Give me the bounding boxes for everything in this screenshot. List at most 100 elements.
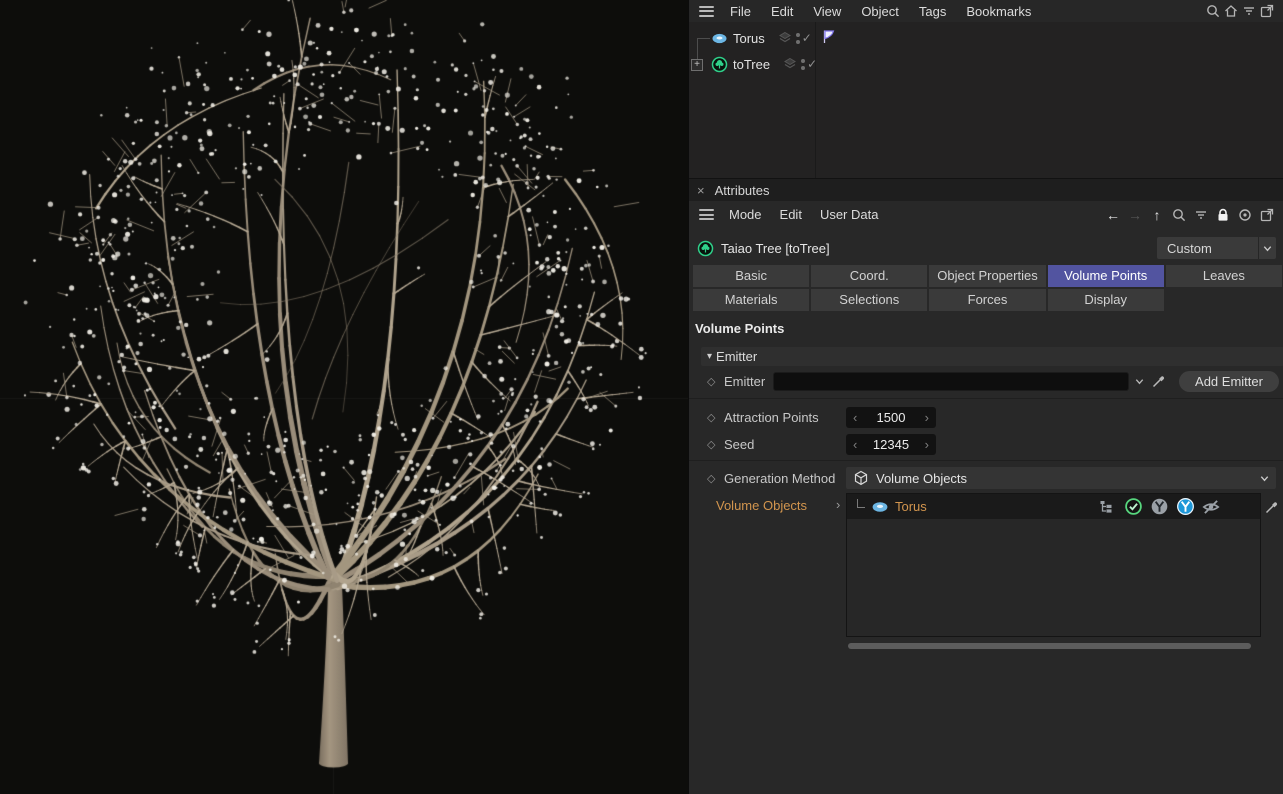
- spin-up-icon[interactable]: ›: [925, 410, 929, 425]
- tree-render: [0, 0, 688, 794]
- scrollbar-thumb[interactable]: [848, 643, 1251, 649]
- menu-edit[interactable]: Edit: [761, 4, 803, 19]
- forward-icon[interactable]: →: [1126, 207, 1144, 223]
- panel-menu-icon[interactable]: [699, 6, 714, 17]
- menu-edit[interactable]: Edit: [771, 207, 811, 222]
- generation-method-row: ◇ Generation Method Volume Objects: [689, 467, 1283, 489]
- menu-file[interactable]: File: [720, 4, 761, 19]
- eyedropper-icon[interactable]: [1264, 499, 1280, 515]
- selection-flag-tag[interactable]: [820, 28, 838, 46]
- object-row-torus[interactable]: Torus ✓: [689, 27, 1124, 49]
- volume-objects-label: Volume Objects: [716, 498, 807, 513]
- volume-objects-section: Volume Objects › Torus: [689, 493, 1283, 663]
- preset-value: Custom: [1157, 241, 1258, 256]
- enable-toggles[interactable]: ✓: [801, 57, 817, 71]
- keyframe-diamond-icon[interactable]: ◇: [707, 375, 719, 388]
- search-icon[interactable]: [1170, 206, 1188, 224]
- attraction-points-row: ◇ Attraction Points ‹ 1500 ›: [689, 406, 1283, 428]
- chevron-down-icon: [1259, 473, 1270, 484]
- spin-down-icon[interactable]: ‹: [853, 410, 857, 425]
- spin-up-icon[interactable]: ›: [925, 437, 929, 452]
- keyframe-diamond-icon[interactable]: ◇: [707, 411, 719, 424]
- list-item-torus[interactable]: Torus: [847, 494, 1260, 519]
- attribute-object-row: Taiao Tree [toTree] Custom: [689, 235, 1283, 261]
- menu-object[interactable]: Object: [851, 4, 909, 19]
- right-panel: File Edit View Object Tags Bookmarks: [688, 0, 1283, 794]
- layers-icon[interactable]: [777, 30, 793, 46]
- tab-object-properties[interactable]: Object Properties: [929, 265, 1045, 287]
- preset-dropdown[interactable]: Custom: [1157, 237, 1276, 259]
- object-tree: Torus ✓ toTree: [689, 22, 1283, 178]
- popout-icon[interactable]: [1258, 206, 1276, 224]
- tab-display[interactable]: Display: [1048, 289, 1164, 311]
- filter-icon[interactable]: [1240, 2, 1258, 20]
- attraction-points-value[interactable]: 1500: [877, 410, 906, 425]
- object-manager-menubar: File Edit View Object Tags Bookmarks: [689, 0, 1283, 22]
- enabled-check-icon[interactable]: [1122, 496, 1144, 518]
- back-icon[interactable]: ←: [1104, 207, 1122, 223]
- chevron-down-icon: [1258, 237, 1276, 259]
- tab-materials[interactable]: Materials: [693, 289, 809, 311]
- generation-method-label: Generation Method: [724, 471, 846, 486]
- tab-coord[interactable]: Coord.: [811, 265, 927, 287]
- tab-selections[interactable]: Selections: [811, 289, 927, 311]
- object-row-totree[interactable]: toTree ✓: [689, 53, 1124, 75]
- attributes-toolbar: Mode Edit User Data ← → ↑: [689, 201, 1283, 228]
- falloff-y-blue-icon[interactable]: [1174, 496, 1196, 518]
- volume-cube-icon: [853, 470, 869, 486]
- object-name[interactable]: Torus: [733, 31, 765, 46]
- group-label: Emitter: [716, 349, 757, 364]
- seed-row: ◇ Seed ‹ 12345 ›: [689, 433, 1283, 455]
- emitter-group-header[interactable]: ▾ Emitter: [701, 347, 1283, 366]
- attraction-points-stepper[interactable]: ‹ 1500 ›: [846, 407, 936, 428]
- menu-user-data[interactable]: User Data: [811, 207, 888, 222]
- attributes-panel: × Attributes Mode Edit User Data ← → ↑: [689, 178, 1283, 794]
- tree-corner: [857, 499, 865, 508]
- up-icon[interactable]: ↑: [1148, 207, 1166, 223]
- section-title: Volume Points: [695, 321, 1283, 339]
- seed-stepper[interactable]: ‹ 12345 ›: [846, 434, 936, 455]
- menu-view[interactable]: View: [803, 4, 851, 19]
- home-icon[interactable]: [1222, 2, 1240, 20]
- menu-bookmarks[interactable]: Bookmarks: [956, 4, 1041, 19]
- seed-value[interactable]: 12345: [873, 437, 909, 452]
- falloff-y-gray-icon[interactable]: [1148, 496, 1170, 518]
- chevron-right-icon[interactable]: ›: [836, 497, 840, 512]
- generation-method-dropdown[interactable]: Volume Objects: [846, 467, 1276, 489]
- menu-mode[interactable]: Mode: [720, 207, 771, 222]
- expand-icon[interactable]: +: [691, 59, 703, 71]
- tab-volume-points[interactable]: Volume Points: [1048, 265, 1164, 287]
- spin-down-icon[interactable]: ‹: [853, 437, 857, 452]
- hidden-eye-icon[interactable]: [1200, 496, 1222, 518]
- object-manager: File Edit View Object Tags Bookmarks: [689, 0, 1283, 178]
- add-emitter-button[interactable]: Add Emitter: [1179, 371, 1279, 392]
- tab-basic[interactable]: Basic: [693, 265, 809, 287]
- hierarchy-icon[interactable]: [1096, 496, 1118, 518]
- panel-menu-icon[interactable]: [699, 209, 714, 220]
- eyedropper-icon[interactable]: [1151, 373, 1167, 389]
- chevron-down-icon[interactable]: [1134, 376, 1146, 387]
- keyframe-diamond-icon[interactable]: ◇: [707, 438, 719, 451]
- torus-icon: [711, 30, 728, 47]
- attribute-tabs: Basic Coord. Object Properties Volume Po…: [693, 265, 1282, 311]
- 3d-viewport[interactable]: [0, 0, 688, 794]
- panel-title: Attributes: [715, 183, 770, 198]
- filter-icon[interactable]: [1192, 206, 1210, 224]
- layers-icon[interactable]: [782, 56, 798, 72]
- close-icon[interactable]: ×: [697, 183, 705, 198]
- popout-icon[interactable]: [1258, 2, 1276, 20]
- volume-objects-list[interactable]: Torus: [846, 493, 1261, 637]
- list-item-name[interactable]: Torus: [895, 499, 927, 514]
- enable-toggles[interactable]: ✓: [796, 31, 812, 45]
- horizontal-scrollbar[interactable]: [846, 642, 1261, 650]
- keyframe-diamond-icon[interactable]: ◇: [707, 472, 719, 485]
- object-name[interactable]: toTree: [733, 57, 770, 72]
- tab-leaves[interactable]: Leaves: [1166, 265, 1282, 287]
- search-icon[interactable]: [1204, 2, 1222, 20]
- menu-tags[interactable]: Tags: [909, 4, 956, 19]
- object-title: Taiao Tree [toTree]: [721, 241, 830, 256]
- target-icon[interactable]: [1236, 206, 1254, 224]
- tab-forces[interactable]: Forces: [929, 289, 1045, 311]
- lock-icon[interactable]: [1214, 206, 1232, 224]
- emitter-input[interactable]: [773, 372, 1129, 391]
